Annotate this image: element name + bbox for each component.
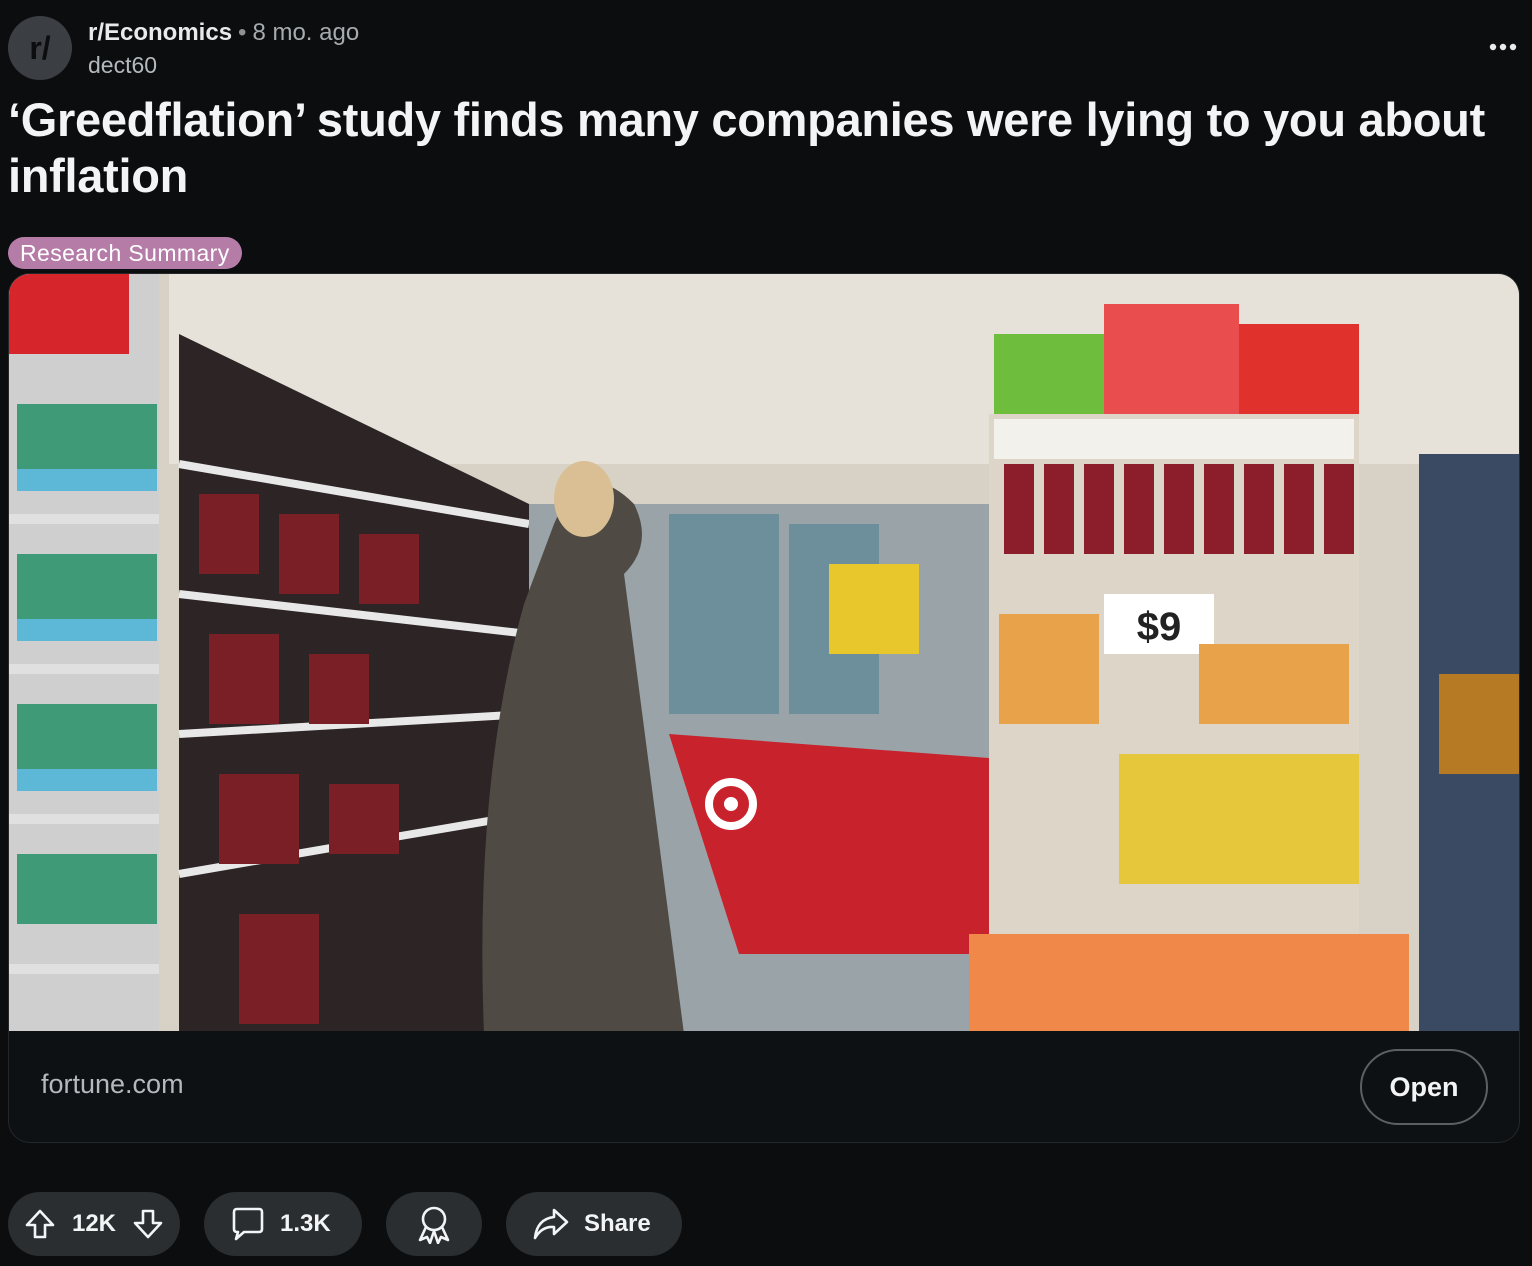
comment-icon	[232, 1207, 264, 1241]
article-thumbnail[interactable]: $9	[9, 274, 1520, 1031]
open-link-button[interactable]: Open	[1360, 1049, 1488, 1125]
author-link[interactable]: dect60	[88, 50, 359, 80]
post-flair[interactable]: Research Summary	[8, 237, 242, 269]
link-card[interactable]: $9 fortune.com Open	[8, 273, 1520, 1143]
post-header: r/ r/Economics • 8 mo. ago dect60	[8, 14, 1524, 84]
meta-separator: •	[238, 19, 247, 46]
share-label: Share	[584, 1210, 651, 1237]
subreddit-logo-icon: r/	[29, 30, 50, 66]
svg-text:$9: $9	[1137, 605, 1182, 649]
post-meta: r/Economics • 8 mo. ago dect60	[88, 16, 359, 80]
more-icon	[1489, 43, 1517, 51]
share-icon	[533, 1208, 569, 1240]
comments-button[interactable]: 1.3K	[204, 1192, 362, 1256]
upvote-button[interactable]	[24, 1208, 56, 1240]
vote-control: 12K	[8, 1192, 180, 1256]
downvote-button[interactable]	[132, 1208, 164, 1240]
link-domain[interactable]: fortune.com	[41, 1069, 184, 1100]
downvote-icon	[133, 1209, 163, 1239]
award-button[interactable]	[386, 1192, 482, 1256]
subreddit-link[interactable]: r/Economics	[88, 19, 232, 46]
score-count: 12K	[71, 1210, 117, 1237]
award-icon	[418, 1206, 450, 1244]
svg-text:r/: r/	[29, 30, 50, 66]
more-options-button[interactable]	[1486, 32, 1520, 62]
share-button[interactable]: Share	[506, 1192, 682, 1256]
comment-count: 1.3K	[280, 1210, 331, 1237]
post-title[interactable]: ‘Greedflation’ study finds many companie…	[8, 92, 1508, 204]
subreddit-avatar[interactable]: r/	[8, 16, 72, 80]
upvote-icon	[25, 1209, 55, 1239]
post-age: 8 mo. ago	[252, 19, 360, 46]
